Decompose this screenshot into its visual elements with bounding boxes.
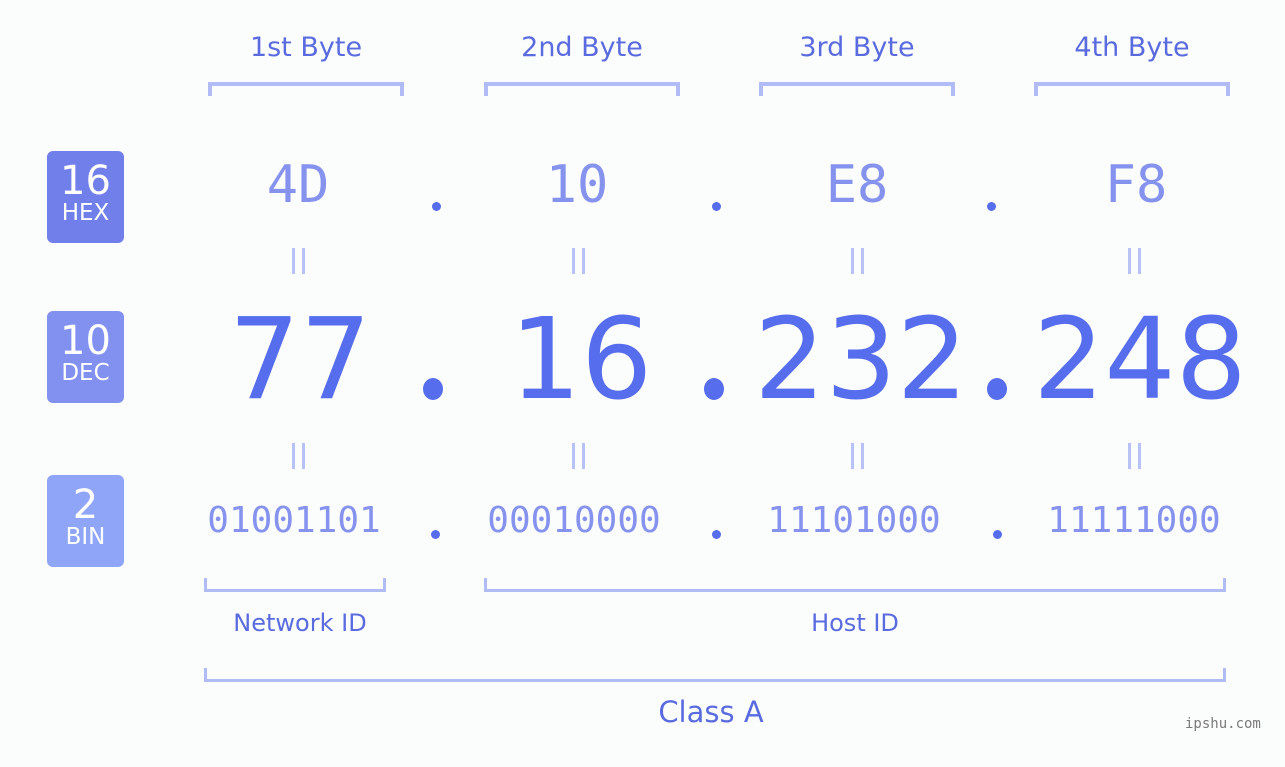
- dec-separator-2: [704, 378, 724, 400]
- bin-separator-1: [431, 530, 440, 539]
- bin-badge-label: BIN: [65, 524, 106, 550]
- hex-badge: 16 HEX: [47, 151, 124, 243]
- bin-separator-2: [712, 530, 721, 539]
- hex-badge-number: 16: [60, 158, 111, 204]
- hex-octet-1: 4D: [266, 155, 330, 215]
- byte-bracket-4: [1034, 82, 1230, 96]
- dec-octet-3: 232: [754, 295, 968, 425]
- equals-icon: [1128, 443, 1142, 469]
- byte-bracket-3: [759, 82, 955, 96]
- hex-octet-3: E8: [825, 155, 889, 215]
- byte-header-2: 2nd Byte: [521, 32, 643, 63]
- hex-badge-label: HEX: [61, 200, 110, 226]
- hex-octet-2: 10: [545, 155, 609, 215]
- class-bracket: [204, 668, 1226, 682]
- equals-icon: [851, 443, 865, 469]
- equals-icon: [572, 248, 586, 274]
- hex-separator-3: [987, 202, 996, 211]
- bin-badge-number: 2: [72, 482, 99, 528]
- equals-icon: [292, 443, 306, 469]
- host-id-bracket: [484, 578, 1226, 592]
- equals-icon: [572, 443, 586, 469]
- network-id-label: Network ID: [233, 609, 367, 637]
- dec-badge-number: 10: [60, 318, 111, 364]
- hex-separator-2: [712, 202, 721, 211]
- byte-bracket-1: [208, 82, 404, 96]
- class-label: Class A: [658, 695, 764, 729]
- equals-icon: [1128, 248, 1142, 274]
- equals-icon: [292, 248, 306, 274]
- bin-octet-1: 01001101: [207, 500, 381, 541]
- host-id-label: Host ID: [811, 609, 899, 637]
- bin-badge: 2 BIN: [47, 475, 124, 567]
- dec-badge-label: DEC: [61, 360, 110, 386]
- dec-badge: 10 DEC: [47, 311, 124, 403]
- bin-octet-2: 00010000: [487, 500, 661, 541]
- hex-separator-1: [432, 202, 441, 211]
- dec-separator-1: [423, 378, 443, 400]
- network-id-bracket: [204, 578, 386, 592]
- byte-header-4: 4th Byte: [1074, 32, 1190, 63]
- bin-octet-3: 11101000: [767, 500, 941, 541]
- dec-octet-4: 248: [1033, 295, 1247, 425]
- dec-octet-1: 77: [228, 295, 372, 425]
- bin-octet-4: 11111000: [1047, 500, 1221, 541]
- byte-header-3: 3rd Byte: [799, 32, 915, 63]
- hex-octet-4: F8: [1104, 155, 1168, 215]
- byte-bracket-2: [484, 82, 680, 96]
- watermark: ipshu.com: [1185, 716, 1261, 732]
- equals-icon: [851, 248, 865, 274]
- byte-header-1: 1st Byte: [249, 32, 363, 63]
- dec-octet-2: 16: [509, 295, 653, 425]
- dec-separator-3: [987, 378, 1007, 400]
- bin-separator-3: [993, 530, 1002, 539]
